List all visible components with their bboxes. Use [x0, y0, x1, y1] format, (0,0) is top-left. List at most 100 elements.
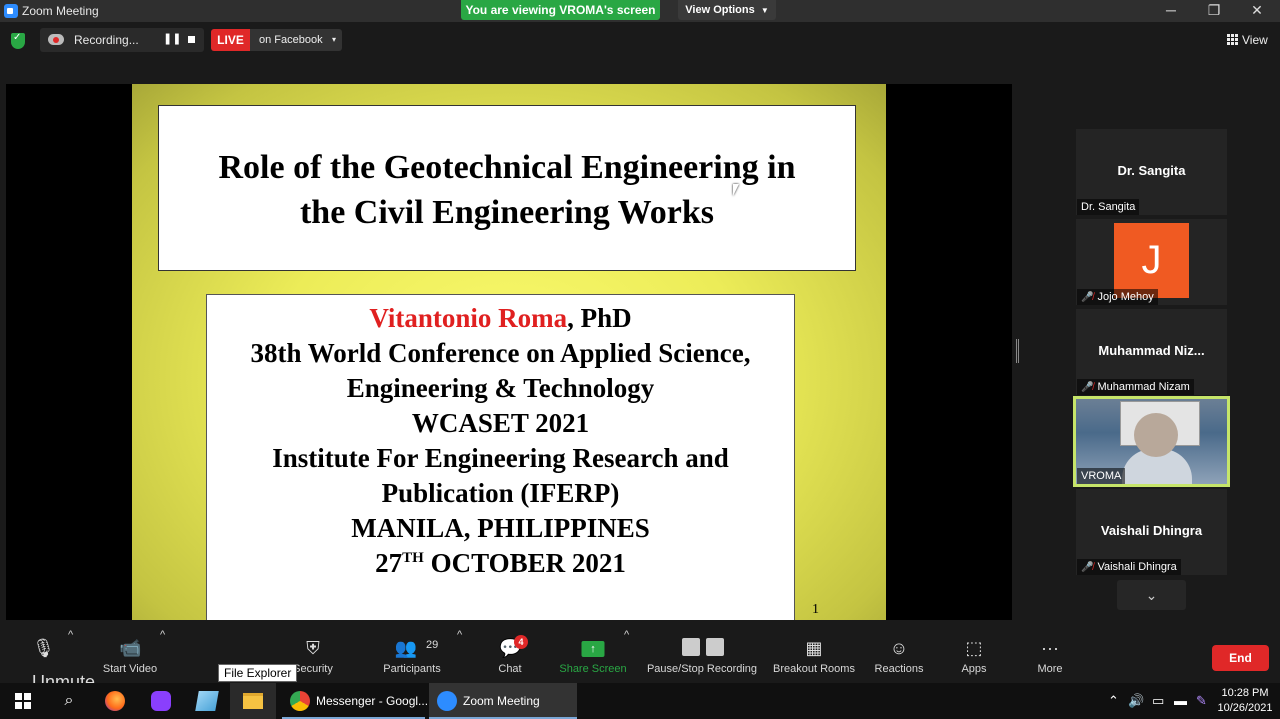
system-clock[interactable]: 10:28 PM 10/26/2021 [1214, 686, 1276, 716]
file-explorer-tooltip: File Explorer [218, 664, 298, 682]
panel-resize-handle[interactable] [1016, 339, 1019, 363]
conference-date: 27TH OCTOBER 2021 [207, 546, 794, 581]
participant-tag-label: Dr. Sangita [1081, 201, 1136, 213]
live-badge: LIVE [211, 29, 250, 51]
grid-icon [1227, 34, 1238, 45]
participant-name-tag: VROMA [1077, 468, 1126, 484]
stop-icon [706, 638, 724, 656]
search-button[interactable]: ⌕ [46, 683, 92, 719]
live-destination-dropdown[interactable]: on Facebook ▾ [250, 29, 342, 51]
taskbar-notepad[interactable] [184, 683, 230, 719]
chrome-icon [290, 691, 310, 711]
presenter-name: Vitantonio Roma [369, 303, 568, 333]
participant-tag-label: Muhammad Nizam [1097, 381, 1190, 393]
reactions-smiley-icon: ☺ [889, 638, 909, 658]
folder-icon [243, 693, 263, 709]
slide-info-line: Engineering & Technology [346, 373, 655, 403]
presenter-degree: , PhD [567, 303, 632, 333]
battery-icon[interactable]: ▬ [1174, 683, 1187, 719]
messenger-icon [151, 691, 171, 711]
slide-title-box: Role of the Geotechnical Engineering in … [158, 105, 856, 271]
encryption-shield-icon[interactable] [11, 32, 25, 49]
windows-logo-icon [15, 693, 31, 709]
pause-stop-recording-button[interactable]: Pause/Stop Recording [644, 629, 760, 681]
participant-display-name: Vaishali Dhingra [1100, 523, 1203, 538]
apps-label: Apps [961, 663, 987, 675]
participants-button[interactable]: 👥 29 Participants [380, 629, 444, 681]
share-screen-label: Share Screen [559, 663, 627, 675]
participant-tile[interactable]: Muhammad Niz... 🎤̸ Muhammad Nizam [1076, 309, 1227, 395]
reactions-button[interactable]: ☺ Reactions [872, 629, 926, 681]
video-options-caret[interactable]: ^ [160, 629, 165, 681]
slide-info-line: Institute For Engineering Research and [272, 443, 729, 473]
audio-options-caret[interactable]: ^ [68, 629, 73, 681]
live-destination-label: on Facebook [259, 34, 323, 46]
share-screen-button[interactable]: ↑ Share Screen [558, 629, 628, 681]
meeting-controls-toolbar: 🎙 Unmute ^ 📹 Start Video ^ ⛨ Security 👥 … [0, 629, 1280, 692]
recording-label: Recording... [74, 33, 139, 47]
shield-icon: ⛨ [306, 638, 320, 658]
taskbar-app-label: Zoom Meeting [463, 694, 540, 708]
search-icon: ⌕ [64, 692, 74, 709]
participant-name-tag: 🎤̸ Muhammad Nizam [1077, 379, 1194, 395]
end-meeting-button[interactable]: End [1212, 645, 1269, 671]
chat-button[interactable]: 💬 4 Chat [492, 629, 528, 681]
start-video-label: Start Video [102, 663, 158, 675]
slide-info-line: MANILA, PHILIPPINES [351, 513, 650, 543]
date-month-year: OCTOBER 2021 [423, 548, 626, 578]
volume-icon[interactable]: 🔊 [1128, 683, 1144, 719]
remote-cursor-icon [733, 184, 743, 196]
apps-button[interactable]: ⬚ Apps [954, 629, 994, 681]
view-layout-button[interactable]: View [1227, 33, 1268, 47]
pen-icon[interactable]: ✎ [1196, 683, 1207, 719]
tray-chevron-up-icon[interactable]: ⌃ [1108, 683, 1119, 719]
pause-stop-recording-label: Pause/Stop Recording [646, 663, 758, 675]
recording-indicator: Recording... ❚❚ [40, 28, 204, 52]
participant-tile[interactable]: J 🎤̸ Jojo Mehoy [1076, 219, 1227, 305]
close-window-button[interactable]: ✕ [1236, 0, 1278, 22]
date-suffix: TH [402, 550, 424, 566]
more-label: More [1037, 663, 1063, 675]
taskbar-file-explorer[interactable] [230, 683, 276, 719]
active-speaker-tile[interactable]: VROMA [1073, 396, 1230, 487]
participants-options-caret[interactable]: ^ [457, 629, 462, 681]
breakout-rooms-button[interactable]: ▦ Breakout Rooms [770, 629, 858, 681]
participant-display-name: Dr. Sangita [1117, 163, 1186, 178]
avatar: J [1114, 223, 1189, 298]
slide-info-line: 38th World Conference on Applied Science… [250, 338, 751, 368]
taskbar-chrome-messenger[interactable]: Messenger - Googl... [282, 683, 428, 719]
more-button[interactable]: ··· More [1030, 629, 1070, 681]
share-screen-icon: ↑ [581, 641, 605, 657]
network-icon[interactable]: ▭ [1152, 683, 1164, 719]
start-video-button[interactable]: 📹 Start Video [98, 629, 162, 681]
minimize-button[interactable]: ─ [1150, 0, 1192, 22]
taskbar-messenger-app[interactable] [138, 683, 184, 719]
taskbar-firefox[interactable] [92, 683, 138, 719]
participant-tile[interactable]: Dr. Sangita Dr. Sangita [1076, 129, 1227, 215]
apps-icon: ⬚ [965, 638, 983, 658]
participant-tile[interactable]: Vaishali Dhingra 🎤̸ Vaishali Dhingra [1076, 489, 1227, 575]
reactions-label: Reactions [874, 663, 924, 675]
slide-info-line: Publication (IFERP) [381, 478, 620, 508]
pause-recording-button[interactable]: ❚❚ [163, 32, 181, 45]
window-title: Zoom Meeting [22, 4, 99, 18]
slide-page-number: 1 [812, 602, 819, 617]
stop-recording-button[interactable] [188, 36, 195, 43]
share-options-caret[interactable]: ^ [624, 629, 629, 681]
muted-microphone-icon: 🎙 Unmute [32, 638, 96, 692]
chat-label: Chat [498, 663, 522, 675]
view-options-button[interactable]: View Options ▼ [678, 0, 776, 20]
pause-icon [682, 638, 700, 656]
window-title-bar: Zoom Meeting You are viewing VROMA's scr… [0, 0, 1280, 22]
gallery-scroll-down-button[interactable]: ⌄ [1117, 580, 1186, 610]
taskbar-zoom-meeting[interactable]: Zoom Meeting [429, 683, 577, 719]
participant-tag-label: VROMA [1081, 470, 1122, 482]
video-off-icon: 📹 [119, 638, 142, 658]
more-dots-icon: ··· [1041, 638, 1059, 658]
restore-button[interactable]: ❐ [1193, 0, 1235, 22]
unmute-button[interactable]: 🎙 Unmute [14, 629, 96, 692]
slide-title-line-1: Role of the Geotechnical Engineering in [218, 149, 796, 186]
windows-taskbar: ⌕ Messenger - Googl... Zoom Meeting ⌃ 🔊 … [0, 683, 1280, 719]
clock-date: 10/26/2021 [1217, 702, 1273, 714]
start-button[interactable] [0, 683, 46, 719]
